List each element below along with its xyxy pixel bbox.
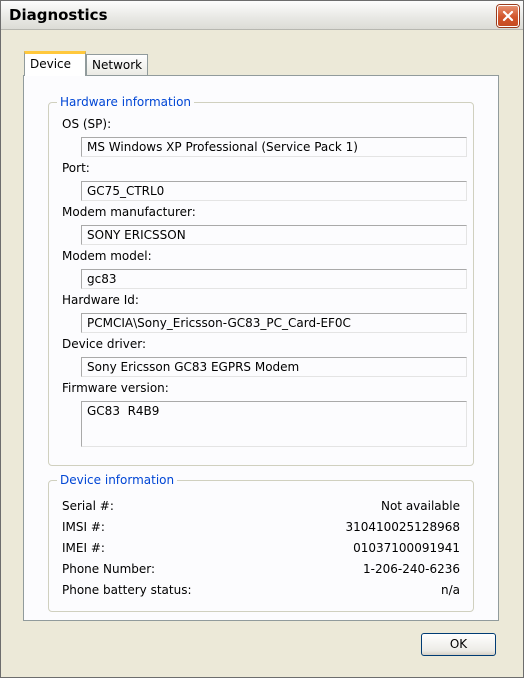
- tab-device-label: Device: [30, 57, 72, 71]
- hardware-id-field[interactable]: PCMCIA\Sony_Ericsson-GC83_PC_Card-EF0C: [81, 313, 467, 333]
- diagnostics-window: Diagnostics Device Network Hardware info…: [0, 0, 524, 678]
- ok-button-label: OK: [449, 637, 468, 651]
- tab-network-label: Network: [92, 58, 143, 72]
- hardware-id-label: Hardware Id:: [62, 293, 139, 307]
- hardware-information-group: Hardware information OS (SP): MS Windows…: [48, 95, 474, 466]
- tab-device[interactable]: Device: [24, 51, 86, 76]
- port-value: GC75_CTRL0: [87, 184, 165, 198]
- tab-network[interactable]: Network: [86, 54, 148, 75]
- window-title: Diagnostics: [9, 6, 108, 24]
- title-bar[interactable]: Diagnostics: [1, 1, 523, 30]
- device-driver-value: Sony Ericsson GC83 EGPRS Modem: [87, 360, 300, 374]
- imei-row: IMEI #: 01037100091941: [62, 541, 460, 555]
- firmware-version-field[interactable]: GC83 R4B9: [81, 401, 467, 447]
- phone-number-row: Phone Number: 1-206-240-6236: [62, 562, 460, 576]
- phone-number-label: Phone Number:: [62, 562, 156, 576]
- modem-model-label: Modem model:: [62, 249, 152, 263]
- battery-status-value: n/a: [440, 583, 460, 597]
- imei-value: 01037100091941: [353, 541, 460, 555]
- modem-model-field[interactable]: gc83: [81, 269, 467, 289]
- imsi-value: 310410025128968: [345, 520, 460, 534]
- battery-status-row: Phone battery status: n/a: [62, 583, 460, 597]
- serial-row: Serial #: Not available: [62, 499, 460, 513]
- device-tab-panel: Hardware information OS (SP): MS Windows…: [23, 75, 499, 621]
- port-field[interactable]: GC75_CTRL0: [81, 181, 467, 201]
- hardware-information-title: Hardware information: [57, 95, 195, 109]
- imsi-row: IMSI #: 310410025128968: [62, 520, 460, 534]
- imsi-label: IMSI #:: [62, 520, 105, 534]
- os-field[interactable]: MS Windows XP Professional (Service Pack…: [81, 137, 467, 157]
- firmware-version-value: GC83 R4B9: [87, 404, 160, 418]
- modem-model-value: gc83: [87, 272, 117, 286]
- serial-label: Serial #:: [62, 499, 114, 513]
- imei-label: IMEI #:: [62, 541, 105, 555]
- serial-value: Not available: [380, 499, 460, 513]
- modem-manufacturer-value: SONY ERICSSON: [87, 228, 186, 242]
- battery-status-label: Phone battery status:: [62, 583, 192, 597]
- close-icon: [502, 10, 514, 22]
- device-driver-label: Device driver:: [62, 337, 146, 351]
- device-information-group: Device information Serial #: Not availab…: [48, 473, 474, 612]
- device-driver-field[interactable]: Sony Ericsson GC83 EGPRS Modem: [81, 357, 467, 377]
- hardware-id-value: PCMCIA\Sony_Ericsson-GC83_PC_Card-EF0C: [87, 316, 351, 330]
- device-information-title: Device information: [57, 473, 178, 487]
- modem-manufacturer-label: Modem manufacturer:: [62, 205, 196, 219]
- ok-button[interactable]: OK: [421, 633, 496, 656]
- os-value: MS Windows XP Professional (Service Pack…: [87, 140, 358, 154]
- phone-number-value: 1-206-240-6236: [363, 562, 460, 576]
- os-label: OS (SP):: [62, 117, 112, 131]
- modem-manufacturer-field[interactable]: SONY ERICSSON: [81, 225, 467, 245]
- port-label: Port:: [62, 161, 90, 175]
- close-button[interactable]: [497, 5, 519, 27]
- firmware-version-label: Firmware version:: [62, 381, 169, 395]
